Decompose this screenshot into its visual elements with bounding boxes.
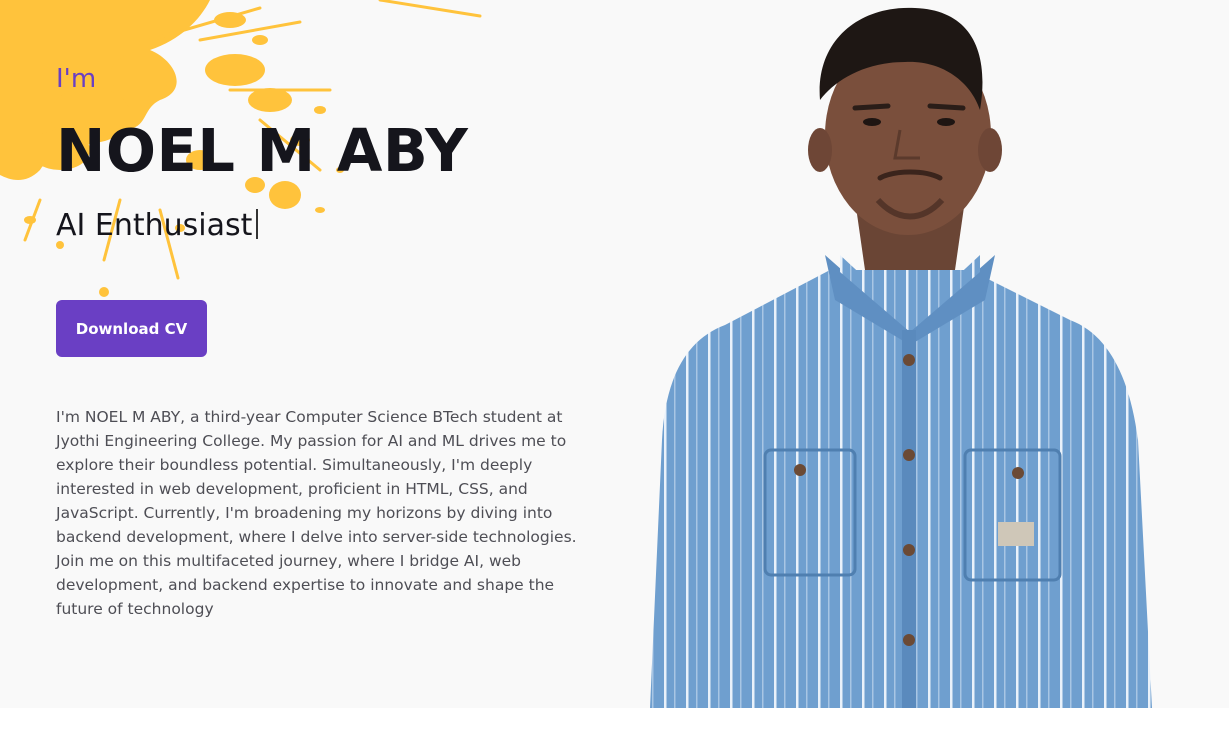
download-cv-button[interactable]: Download CV (56, 300, 207, 357)
hero-name: NOEL M ABY (56, 116, 469, 185)
typing-cursor (256, 209, 259, 239)
typed-role-text: AI Enthusiast (56, 208, 253, 243)
role-line: AI Enthusiast (56, 208, 259, 243)
about-paragraph: I'm NOEL M ABY, a third-year Computer Sc… (56, 408, 577, 618)
hero-section: I'm NOEL M ABY AI Enthusiast Download CV… (0, 0, 1229, 708)
greeting-text: I'm (56, 64, 97, 94)
profile-portrait-icon (650, 7, 1152, 708)
